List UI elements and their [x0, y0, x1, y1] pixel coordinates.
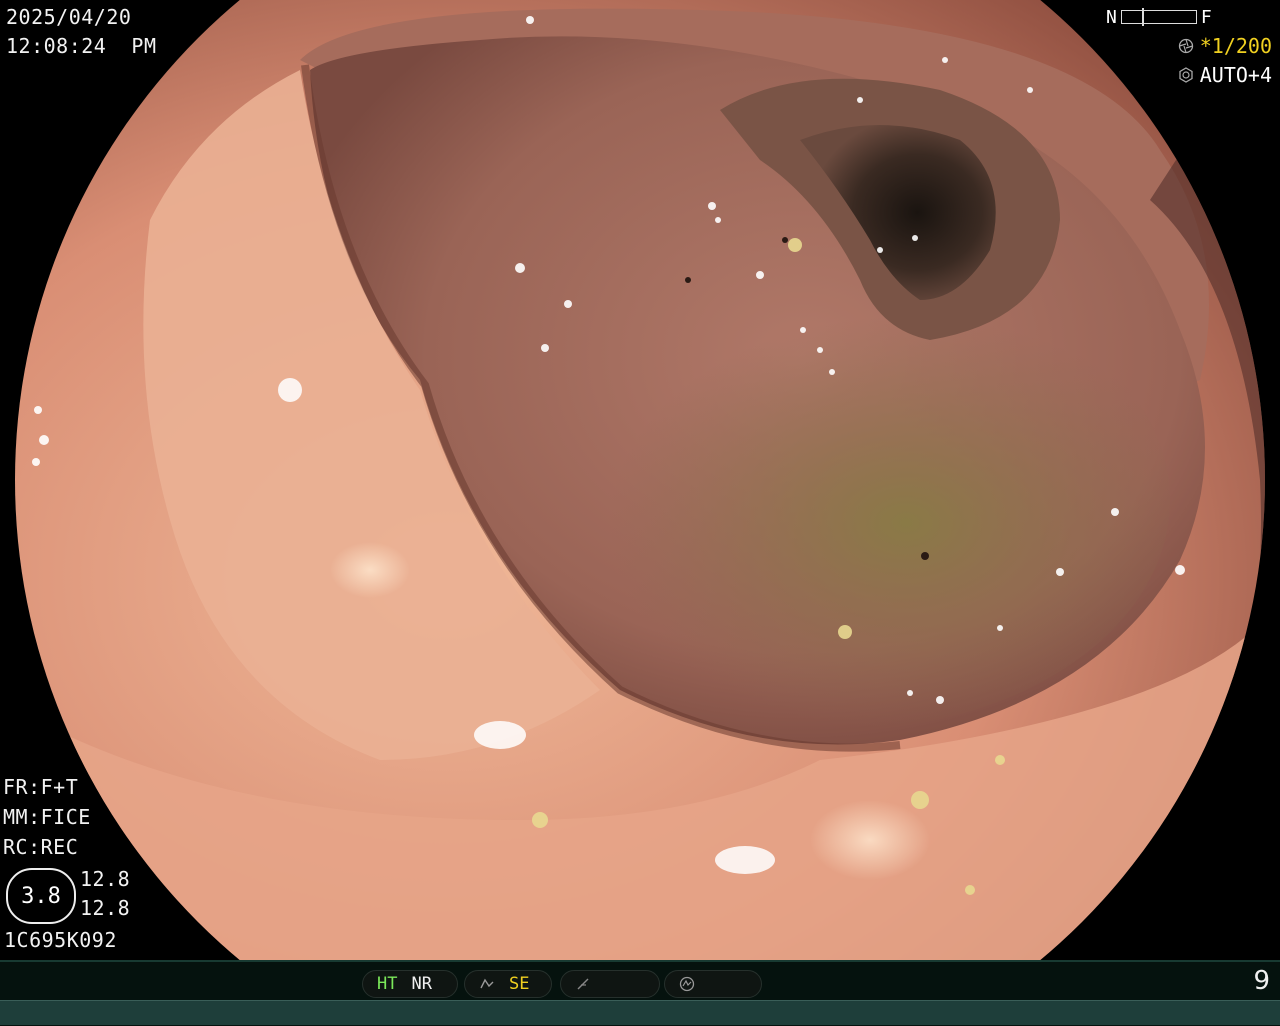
- mode-setting: MM:FICE: [3, 805, 91, 829]
- ratio-badge: 3.8: [6, 868, 76, 924]
- shutter-indicator: *1/200: [1178, 34, 1272, 58]
- value-readout-2: 12.8: [80, 896, 131, 920]
- mode-icon: [679, 976, 695, 992]
- edge-indicator: [560, 970, 660, 998]
- iris-value: AUTO+4: [1199, 63, 1272, 87]
- near-far-bar: [1120, 8, 1197, 26]
- structure-enhancement-icon: [480, 978, 494, 989]
- frame-rate-setting: FR:F+T: [3, 775, 79, 799]
- iris-indicator: AUTO+4: [1178, 63, 1272, 87]
- ht-nr-indicator: HT NR: [362, 970, 458, 998]
- ht-label: HT: [377, 974, 398, 994]
- endoscope-image: [0, 0, 1280, 960]
- se-indicator: SE: [464, 970, 552, 998]
- status-strip: [0, 1000, 1280, 1025]
- near-label: N: [1106, 6, 1117, 28]
- endoscopic-view-illustration: [15, 0, 1265, 960]
- shutter-value: *1/200: [1199, 34, 1272, 58]
- far-label: F: [1200, 6, 1212, 28]
- se-label: SE: [509, 974, 530, 994]
- iris-icon: [1179, 67, 1193, 83]
- exam-time: 12:08:24 PM: [6, 34, 157, 58]
- near-far-scale: N F: [1106, 6, 1212, 28]
- value-readout-1: 12.8: [80, 867, 131, 891]
- edge-icon: [577, 978, 589, 990]
- exam-date: 2025/04/20: [6, 5, 132, 29]
- record-setting: RC:REC: [3, 835, 79, 859]
- status-bar: HT NR SE 9: [0, 960, 1280, 1026]
- scope-serial: 1C695K092: [4, 928, 117, 952]
- nr-label: NR: [411, 974, 432, 994]
- shutter-icon: [1178, 38, 1193, 54]
- mode-indicator: [664, 970, 762, 998]
- page-number: 9: [1253, 966, 1270, 996]
